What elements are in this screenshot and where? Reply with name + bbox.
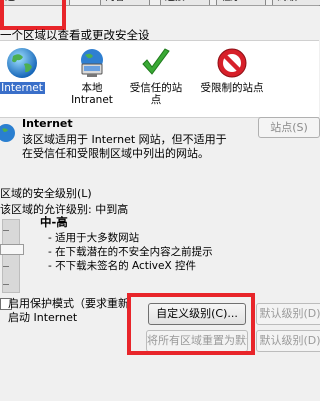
zone-name: Internet bbox=[22, 117, 73, 130]
globe-icon bbox=[7, 48, 37, 78]
restricted-no-icon bbox=[217, 48, 247, 78]
level-detail-line: - 在下载潜在的不安全内容之前提示 bbox=[48, 246, 213, 258]
tab-label: 程序 bbox=[221, 0, 241, 3]
highlight-box-custom-level bbox=[127, 293, 255, 355]
zone-label: Internet bbox=[0, 82, 45, 94]
tab-label: 高级 bbox=[277, 0, 297, 3]
protected-mode-label-line: 启用保护模式（要求重新 bbox=[8, 297, 129, 310]
local-intranet-icon bbox=[81, 49, 103, 77]
zone-internet[interactable]: Internet bbox=[0, 41, 54, 117]
slider-tick bbox=[3, 266, 9, 267]
security-level-name: 中-高 bbox=[40, 215, 68, 229]
level-detail-line: - 不下载未签名的 ActiveX 控件 bbox=[48, 260, 196, 272]
default-level-button[interactable]: 默认级别(D) bbox=[256, 303, 320, 325]
sites-button[interactable]: 站点(S) bbox=[258, 117, 320, 138]
protected-mode-label: 启用保护模式（要求重新 启动 Internet bbox=[8, 297, 129, 325]
zone-label: 本地 Intranet bbox=[71, 82, 113, 106]
trusted-checkmark-icon bbox=[142, 48, 170, 75]
zone-local-intranet[interactable]: 本地 Intranet bbox=[60, 41, 124, 117]
zone-trusted-sites[interactable]: 受信任的站 点 bbox=[124, 41, 188, 117]
zone-description: 该区域适用于 Internet 网站，但不适用于 在受信任和受限制区域中列出的网… bbox=[22, 133, 227, 160]
default-level-button-2[interactable]: 默认级别(D) bbox=[256, 330, 320, 352]
globe-small-icon bbox=[0, 124, 15, 142]
tab-label: 连接 bbox=[165, 0, 185, 3]
slider-tick bbox=[3, 230, 9, 231]
security-slider-thumb[interactable] bbox=[0, 244, 24, 255]
zone-restricted-sites[interactable]: 受限制的站点 bbox=[200, 41, 264, 117]
zone-label: 受信任的站 点 bbox=[129, 82, 183, 106]
protected-mode-label-line: 启动 Internet bbox=[8, 311, 78, 324]
slider-tick bbox=[3, 284, 9, 285]
highlight-box-security-tab bbox=[0, 0, 66, 30]
level-detail-line: - 适用于大多数网站 bbox=[48, 232, 140, 244]
security-level-details: - 适用于大多数网站 - 在下载潜在的不安全内容之前提示 - 不下载未签名的 A… bbox=[48, 231, 213, 273]
security-level-heading: 区域的安全级别(L) bbox=[0, 187, 92, 200]
zone-list: Internet 本地 Intranet 受信任的站 点 受限制的站点 bbox=[0, 40, 319, 118]
zone-label: 受限制的站点 bbox=[200, 82, 264, 94]
tab-label: 内容 bbox=[105, 0, 125, 3]
security-slider-track[interactable] bbox=[2, 219, 20, 293]
